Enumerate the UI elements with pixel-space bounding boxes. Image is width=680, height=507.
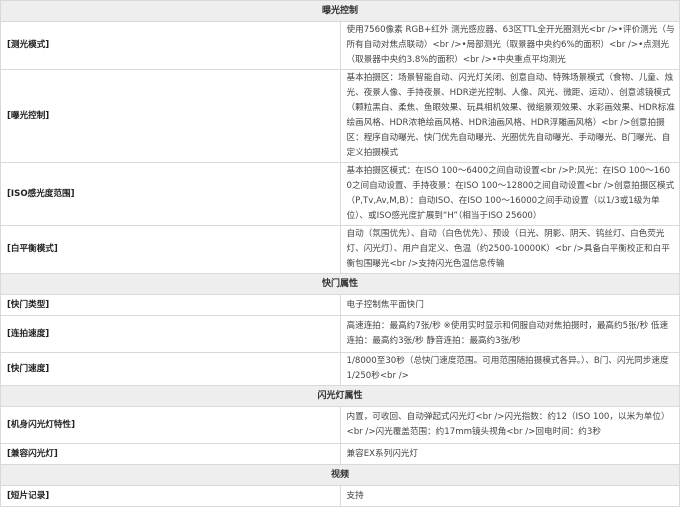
spec-value: 自动（氛围优先）、自动（白色优先）、预设（日光、阴影、阴天、钨丝灯、白色荧光灯、… (339, 225, 680, 274)
spec-row: [ISO感光度范围] 基本拍摄区模式：在ISO 100～6400之间自动设置<b… (0, 162, 680, 226)
spec-label: [曝光控制] (0, 69, 341, 163)
spec-row: [连拍速度] 高速连拍：最高约7张/秒 ※使用实时显示和伺服自动对焦拍摄时，最高… (0, 315, 680, 353)
section-header-video: 视频 (0, 464, 680, 486)
spec-row: [快门类型] 电子控制焦平面快门 (0, 294, 680, 316)
spec-row: [白平衡模式] 自动（氛围优先）、自动（白色优先）、预设（日光、阴影、阴天、钨丝… (0, 225, 680, 274)
section-header-shutter: 快门属性 (0, 273, 680, 295)
section-title: 快门属性 (0, 273, 680, 295)
section-header-flash: 闪光灯属性 (0, 385, 680, 407)
spec-label: [兼容闪光灯] (0, 443, 341, 465)
section-title: 曝光控制 (0, 0, 680, 22)
spec-label: [短片记录] (0, 485, 341, 507)
spec-label: [机身闪光灯特性] (0, 406, 341, 444)
spec-label: [快门类型] (0, 294, 341, 316)
spec-row: [短片记录] 支持 (0, 485, 680, 507)
spec-value: 1/8000至30秒（总快门速度范围。可用范围随拍摄模式各异。）、B门、闪光同步… (339, 352, 680, 386)
spec-row: [机身闪光灯特性] 内置，可收回、自动弹起式闪光灯<br />闪光指数：约12（… (0, 406, 680, 444)
spec-value: 兼容EX系列闪光灯 (339, 443, 680, 465)
spec-label: [ISO感光度范围] (0, 162, 341, 226)
spec-label: [测光模式] (0, 21, 341, 70)
section-title: 视频 (0, 464, 680, 486)
spec-value: 支持 (339, 485, 680, 507)
spec-table: 曝光控制 [测光模式] 使用7560像素 RGB+红外 测光感应器、63区TTL… (0, 0, 680, 507)
spec-value: 内置，可收回、自动弹起式闪光灯<br />闪光指数：约12（ISO 100，以米… (339, 406, 680, 444)
spec-label: [快门速度] (0, 352, 341, 386)
spec-value: 高速连拍：最高约7张/秒 ※使用实时显示和伺服自动对焦拍摄时，最高约5张/秒 低… (339, 315, 680, 353)
spec-row: [曝光控制] 基本拍摄区：场景智能自动、闪光灯关闭、创意自动、特殊场景模式（食物… (0, 69, 680, 163)
spec-value: 电子控制焦平面快门 (339, 294, 680, 316)
section-title: 闪光灯属性 (0, 385, 680, 407)
spec-value: 使用7560像素 RGB+红外 测光感应器、63区TTL全开光圈测光<br />… (339, 21, 680, 70)
spec-row: [快门速度] 1/8000至30秒（总快门速度范围。可用范围随拍摄模式各异。）、… (0, 352, 680, 386)
spec-label: [白平衡模式] (0, 225, 341, 274)
spec-value: 基本拍摄区：场景智能自动、闪光灯关闭、创意自动、特殊场景模式（食物、儿童、烛光、… (339, 69, 680, 163)
spec-row: [测光模式] 使用7560像素 RGB+红外 测光感应器、63区TTL全开光圈测… (0, 21, 680, 70)
spec-row: [兼容闪光灯] 兼容EX系列闪光灯 (0, 443, 680, 465)
spec-label: [连拍速度] (0, 315, 341, 353)
spec-value: 基本拍摄区模式：在ISO 100～6400之间自动设置<br />P:风光：在I… (339, 162, 680, 226)
section-header-exposure: 曝光控制 (0, 0, 680, 22)
